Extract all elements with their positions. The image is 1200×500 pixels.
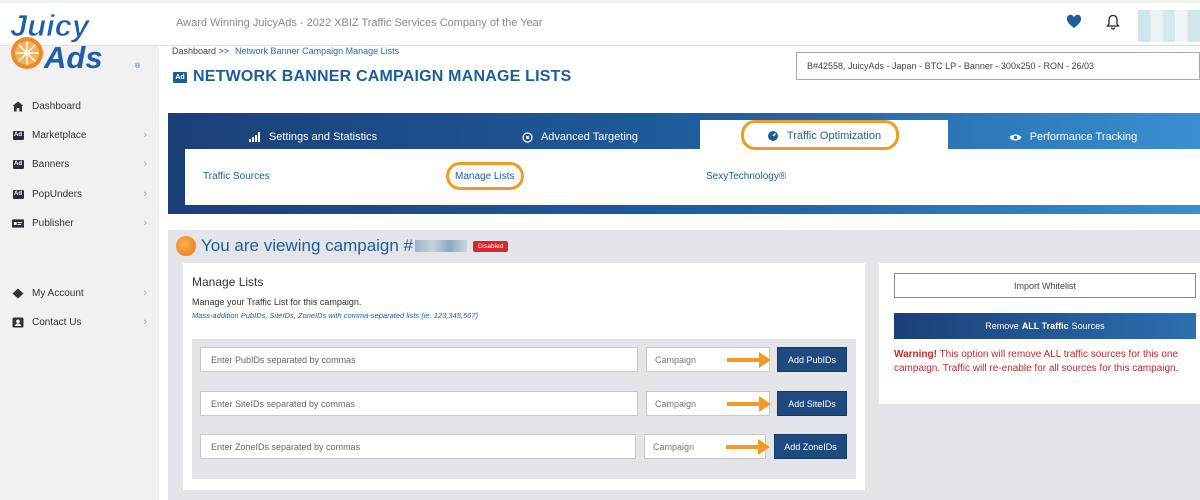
tab-label: Traffic Optimization [786, 129, 882, 142]
add-pubids-button[interactable]: Add PubIDs [777, 347, 847, 372]
sidebar-item-label: Publisher [32, 217, 74, 229]
ad-icon: Ad [12, 189, 24, 199]
contact-icon [12, 316, 24, 328]
orange-arrow-icon [726, 439, 770, 455]
pubids-input[interactable]: Enter PubIDs separated by commas [200, 347, 638, 372]
bar-chart-icon [248, 132, 261, 142]
juicyads-logo[interactable]: Juicy Ads ® [6, 6, 146, 74]
content-area: You are viewing campaign # Disabled Mana… [168, 230, 1200, 500]
avatar[interactable] [1138, 10, 1200, 42]
orange-orb-icon [176, 236, 196, 256]
sidebar-item-label: Marketplace [32, 129, 87, 141]
card-description: Manage your Traffic List for this campai… [192, 297, 362, 307]
redacted-campaign-id [415, 240, 468, 252]
campaign-tabs-panel: Settings and Statistics Advanced Targeti… [168, 113, 1200, 214]
add-zoneids-button[interactable]: Add ZoneIDs [774, 434, 847, 459]
chevron-right-icon: › [143, 188, 147, 200]
tab-label: Advanced Targeting [540, 131, 639, 143]
logo-text-top: Juicy [10, 8, 91, 43]
logo-text-bottom: Ads [43, 40, 103, 74]
breadcrumb-current[interactable]: Network Banner Campaign Manage Lists [235, 46, 399, 56]
sidebar-item-label: Banners [32, 158, 70, 170]
manage-lists-card: Manage Lists Manage your Traffic List fo… [183, 263, 865, 490]
chevron-right-icon: › [143, 217, 147, 229]
subtab-manage-lists[interactable]: Manage Lists [455, 171, 514, 182]
tab-performance-tracking[interactable]: Performance Tracking [948, 123, 1198, 151]
publisher-icon [12, 217, 24, 229]
gauge-icon [767, 130, 779, 141]
subtab-bar: Traffic Sources Manage Lists SexyTechnol… [185, 149, 1200, 205]
target-icon [522, 131, 533, 143]
campaign-select[interactable]: B#42558, JuicyAds - Japan - BTC LP - Ban… [796, 52, 1200, 80]
card-title: Manage Lists [192, 275, 264, 289]
sidebar-item-popunders[interactable]: Ad PopUnders › [12, 185, 147, 203]
siteids-input[interactable]: Enter SiteIDs separated by commas [200, 391, 638, 416]
sidebar-item-label: My Account [32, 287, 84, 299]
chevron-right-icon: › [143, 158, 147, 170]
breadcrumb-root[interactable]: Dashboard >> [172, 46, 229, 56]
chevron-right-icon: › [143, 316, 147, 328]
eye-icon [1009, 133, 1022, 142]
top-bar: Award Winning JuicyAds - 2022 XBIZ Traff… [0, 0, 1200, 46]
sidebar-item-my-account[interactable]: My Account › [12, 284, 147, 302]
tab-label: Settings and Statistics [268, 131, 378, 143]
orange-arrow-icon [727, 352, 771, 368]
sidebar-item-marketplace[interactable]: Ad Marketplace › [12, 126, 147, 144]
add-siteids-button[interactable]: Add SiteIDs [777, 391, 847, 416]
main-content: Dashboard >> Network Banner Campaign Mana… [159, 46, 1200, 500]
top-border [0, 0, 1200, 3]
remove-label-bold: ALL Traffic [1021, 321, 1069, 331]
remove-all-traffic-button[interactable]: Remove ALL Traffic Sources [894, 313, 1196, 339]
card-note: Mass-addition PubIDs, SiteIDs, ZoneIDs w… [192, 311, 478, 320]
subtab-traffic-sources[interactable]: Traffic Sources [203, 171, 270, 182]
import-whitelist-button[interactable]: Import Whitelist [894, 273, 1196, 298]
tab-advanced-targeting[interactable]: Advanced Targeting [450, 123, 710, 151]
chevron-right-icon: › [143, 129, 147, 141]
zoneids-input[interactable]: Enter ZoneIDs separated by commas [200, 434, 636, 459]
chevron-right-icon: › [143, 287, 147, 299]
heart-icon[interactable] [1066, 14, 1082, 30]
subtab-sexytechnology[interactable]: SexyTechnology® [706, 171, 786, 182]
sidebar-item-banners[interactable]: Ad Banners › [12, 155, 147, 173]
diamond-icon [12, 287, 24, 299]
sidebar-item-label: Contact Us [32, 316, 82, 328]
breadcrumb: Dashboard >> Network Banner Campaign Mana… [172, 46, 399, 56]
sidebar-item-label: PopUnders [32, 188, 83, 200]
warning-message: Warning! This option will remove ALL tra… [894, 348, 1200, 375]
status-badge: Disabled [473, 240, 509, 252]
remove-label-pre: Remove [985, 321, 1019, 331]
warning-text: This option will remove ALL traffic sour… [894, 349, 1179, 374]
ad-icon: Ad [12, 130, 24, 140]
bell-icon[interactable] [1106, 14, 1120, 30]
orange-arrow-icon [727, 396, 771, 412]
tab-traffic-optimization[interactable]: Traffic Optimization [700, 120, 948, 151]
tab-label: Performance Tracking [1029, 131, 1138, 143]
award-text: Award Winning JuicyAds - 2022 XBIZ Traff… [176, 17, 543, 29]
ad-icon: Ad [12, 159, 24, 169]
sidebar: Dashboard Ad Marketplace › Ad Banners › … [0, 46, 159, 500]
page-title-text: NETWORK BANNER CAMPAIGN MANAGE LISTS [193, 68, 572, 85]
campaign-view-title: You are viewing campaign # [201, 236, 414, 255]
sidebar-item-publisher[interactable]: Publisher › [12, 214, 147, 232]
remove-label-post: Sources [1071, 321, 1105, 331]
campaign-view-header: You are viewing campaign # Disabled [176, 236, 509, 256]
list-inputs-panel: Enter PubIDs separated by commas Campaig… [192, 339, 856, 479]
warning-label: Warning! [894, 349, 937, 360]
sidebar-item-contact-us[interactable]: Contact Us › [12, 313, 147, 331]
sidebar-item-label: Dashboard [32, 100, 81, 112]
page-title: Ad NETWORK BANNER CAMPAIGN MANAGE LISTS [173, 68, 571, 86]
tab-settings-and-statistics[interactable]: Settings and Statistics [178, 123, 448, 151]
ad-icon: Ad [173, 71, 187, 83]
sidebar-item-dashboard[interactable]: Dashboard [12, 97, 147, 115]
whitelist-card: Import Whitelist Remove ALL Traffic Sour… [879, 263, 1200, 404]
svg-text:®: ® [135, 62, 141, 70]
home-icon [12, 100, 24, 112]
